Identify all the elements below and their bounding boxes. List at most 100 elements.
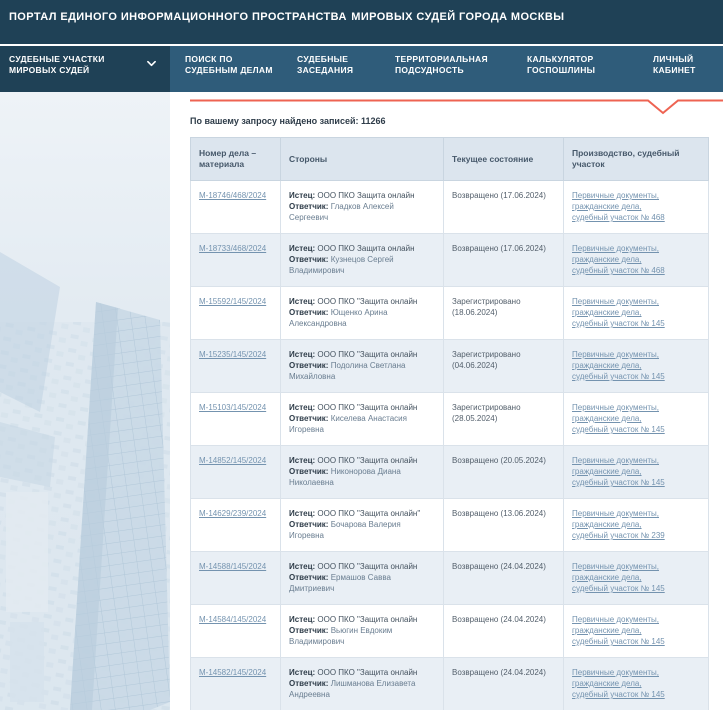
site-header: ПОРТАЛ ЕДИНОГО ИНФОРМАЦИОННОГО ПРОСТРАНС… [0, 0, 723, 44]
nav-label: ГОСПОШЛИНЫ [527, 65, 595, 76]
production-link-line2[interactable]: гражданские дела, [572, 466, 700, 477]
production-link-line3[interactable]: судебный участок № 145 [572, 583, 700, 594]
production-link-line3[interactable]: судебный участок № 468 [572, 265, 700, 276]
case-number-link[interactable]: М-14582/145/2024 [199, 668, 266, 677]
status-cell: Зарегистрировано (18.06.2024) [444, 287, 564, 340]
production-cell: Первичные документы, гражданские дела, с… [564, 393, 709, 446]
column-header-parties: Стороны [281, 138, 444, 181]
case-number-link[interactable]: М-18746/468/2024 [199, 191, 266, 200]
production-link-line1[interactable]: Первичные документы, [572, 296, 700, 307]
nav-label: ПОДСУДНОСТЬ [395, 65, 488, 76]
defendant-label: Ответчик: [289, 361, 328, 370]
nav-label: СУДЕБНЫЕ УЧАСТКИ [9, 54, 160, 65]
status-text: Возвращено (17.06.2024) [452, 190, 555, 201]
production-link-line2[interactable]: гражданские дела, [572, 678, 700, 689]
case-number-link[interactable]: М-14588/145/2024 [199, 562, 266, 571]
production-link-line3[interactable]: судебный участок № 239 [572, 530, 700, 541]
cases-table-header: Номер дела – материала Стороны Текущее с… [191, 138, 709, 181]
production-link-line2[interactable]: гражданские дела, [572, 254, 700, 265]
production-link-line2[interactable]: гражданские дела, [572, 201, 700, 212]
table-row: М-15235/145/2024 Истец: ООО ПКО "Защита … [191, 340, 709, 393]
plaintiff-name: ООО ПКО "Защита онлайн [317, 350, 417, 359]
status-text: Возвращено (24.04.2024) [452, 561, 555, 572]
nav-label: ТЕРРИТОРИАЛЬНАЯ [395, 54, 488, 65]
plaintiff-label: Истец: [289, 297, 315, 306]
production-link-line1[interactable]: Первичные документы, [572, 508, 700, 519]
production-link-line2[interactable]: гражданские дела, [572, 413, 700, 424]
table-row: М-14629/239/2024 Истец: ООО ПКО "Защита … [191, 499, 709, 552]
case-number-link[interactable]: М-14584/145/2024 [199, 615, 266, 624]
parties-cell: Истец: ООО ПКО "Защита онлайн Ответчик: … [281, 658, 444, 710]
table-row: М-14588/145/2024 Истец: ООО ПКО "Защита … [191, 552, 709, 605]
case-number-link[interactable]: М-15235/145/2024 [199, 350, 266, 359]
results-count: 11266 [361, 116, 386, 126]
case-number-link[interactable]: М-15103/145/2024 [199, 403, 266, 412]
table-row: М-15592/145/2024 Истец: ООО ПКО "Защита … [191, 287, 709, 340]
production-link-line2[interactable]: гражданские дела, [572, 360, 700, 371]
status-cell: Возвращено (24.04.2024) [444, 605, 564, 658]
city-background-image [0, 92, 170, 710]
table-row: М-18733/468/2024 Истец: ООО ПКО Защита о… [191, 234, 709, 287]
status-text: Зарегистрировано [452, 296, 555, 307]
status-cell: Возвращено (24.04.2024) [444, 658, 564, 710]
production-link-line2[interactable]: гражданские дела, [572, 307, 700, 318]
nav-item-territorial-jurisdiction[interactable]: ТЕРРИТОРИАЛЬНАЯ ПОДСУДНОСТЬ [395, 54, 488, 76]
case-number-link[interactable]: М-14852/145/2024 [199, 456, 266, 465]
production-link-line1[interactable]: Первичные документы, [572, 402, 700, 413]
nav-label: ЗАСЕДАНИЯ [297, 65, 353, 76]
status-text: Зарегистрировано [452, 402, 555, 413]
plaintiff-label: Истец: [289, 350, 315, 359]
production-link-line2[interactable]: гражданские дела, [572, 519, 700, 530]
cases-table-body: М-18746/468/2024 Истец: ООО ПКО Защита о… [191, 181, 709, 710]
status-text: Возвращено (17.06.2024) [452, 243, 555, 254]
production-cell: Первичные документы, гражданские дела, с… [564, 446, 709, 499]
plaintiff-name: ООО ПКО "Защита онлайн [317, 562, 417, 571]
nav-item-court-sessions[interactable]: СУДЕБНЫЕ ЗАСЕДАНИЯ [297, 54, 353, 76]
production-cell: Первичные документы, гражданские дела, с… [564, 552, 709, 605]
nav-label: ЛИЧНЫЙ [653, 54, 696, 65]
case-number-cell: М-14629/239/2024 [191, 499, 281, 552]
portal-title-line2: МИРОВЫХ СУДЕЙ ГОРОДА МОСКВЫ [351, 11, 564, 23]
nav-item-fee-calculator[interactable]: КАЛЬКУЛЯТОР ГОСПОШЛИНЫ [527, 54, 595, 76]
plaintiff-name: ООО ПКО "Защита онлайн [317, 668, 417, 677]
production-link-line3[interactable]: судебный участок № 145 [572, 371, 700, 382]
production-link-line3[interactable]: судебный участок № 468 [572, 212, 700, 223]
case-number-link[interactable]: М-15592/145/2024 [199, 297, 266, 306]
production-link-line1[interactable]: Первичные документы, [572, 667, 700, 678]
status-cell: Зарегистрировано (28.05.2024) [444, 393, 564, 446]
defendant-label: Ответчик: [289, 467, 328, 476]
production-link-line1[interactable]: Первичные документы, [572, 614, 700, 625]
production-cell: Первичные документы, гражданские дела, с… [564, 605, 709, 658]
production-link-line1[interactable]: Первичные документы, [572, 349, 700, 360]
results-summary-label: По вашему запросу найдено записей: [190, 116, 359, 126]
nav-item-court-districts[interactable]: СУДЕБНЫЕ УЧАСТКИ МИРОВЫХ СУДЕЙ [0, 46, 170, 92]
status-date: (18.06.2024) [452, 307, 555, 318]
production-cell: Первичные документы, гражданские дела, с… [564, 181, 709, 234]
nav-item-personal-cabinet[interactable]: ЛИЧНЫЙ КАБИНЕТ [653, 54, 696, 76]
production-link-line3[interactable]: судебный участок № 145 [572, 689, 700, 700]
production-link-line1[interactable]: Первичные документы, [572, 455, 700, 466]
production-link-line3[interactable]: судебный участок № 145 [572, 424, 700, 435]
production-link-line3[interactable]: судебный участок № 145 [572, 477, 700, 488]
nav-label: СУДЕБНЫЕ [297, 54, 353, 65]
nav-item-case-search[interactable]: ПОИСК ПО СУДЕБНЫМ ДЕЛАМ [185, 54, 273, 76]
status-cell: Возвращено (17.06.2024) [444, 181, 564, 234]
case-number-cell: М-14852/145/2024 [191, 446, 281, 499]
parties-cell: Истец: ООО ПКО "Защита онлайн Ответчик: … [281, 552, 444, 605]
production-link-line1[interactable]: Первичные документы, [572, 243, 700, 254]
case-number-link[interactable]: М-18733/468/2024 [199, 244, 266, 253]
production-link-line3[interactable]: судебный участок № 145 [572, 636, 700, 647]
status-date: (04.06.2024) [452, 360, 555, 371]
production-link-line1[interactable]: Первичные документы, [572, 190, 700, 201]
defendant-label: Ответчик: [289, 573, 328, 582]
production-link-line1[interactable]: Первичные документы, [572, 561, 700, 572]
production-link-line2[interactable]: гражданские дела, [572, 572, 700, 583]
production-link-line2[interactable]: гражданские дела, [572, 625, 700, 636]
column-header-status: Текущее состояние [444, 138, 564, 181]
status-text: Возвращено (24.04.2024) [452, 667, 555, 678]
case-number-link[interactable]: М-14629/239/2024 [199, 509, 266, 518]
production-link-line3[interactable]: судебный участок № 145 [572, 318, 700, 329]
nav-label: КАЛЬКУЛЯТОР [527, 54, 595, 65]
parties-cell: Истец: ООО ПКО "Защита онлайн Ответчик: … [281, 393, 444, 446]
production-cell: Первичные документы, гражданские дела, с… [564, 287, 709, 340]
